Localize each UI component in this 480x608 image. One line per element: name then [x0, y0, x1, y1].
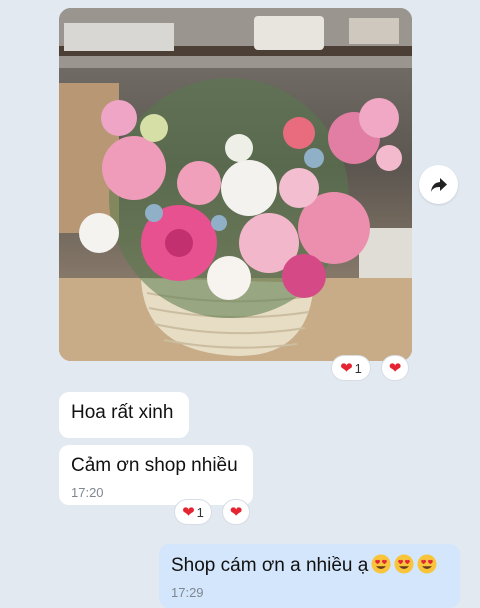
- reaction-count: 1: [354, 360, 362, 376]
- heart-icon: ❤: [229, 503, 243, 521]
- reaction-count-badge[interactable]: ❤ 1: [174, 499, 212, 525]
- emoji-group: [368, 554, 437, 576]
- heart-eyes-face-icon: [371, 554, 391, 574]
- message-text: Shop cám ơn a nhiều ạ: [171, 554, 437, 577]
- message-timestamp: 17:20: [71, 485, 104, 500]
- react-button[interactable]: ❤: [222, 499, 250, 525]
- heart-eyes-face-icon: [394, 554, 414, 574]
- reaction-count: 1: [196, 504, 204, 520]
- forward-arrow-icon: [430, 177, 447, 192]
- message-bubble[interactable]: Cảm ơn shop nhiều 17:20: [59, 445, 253, 505]
- flower-basket-photo: [59, 8, 412, 361]
- my-message-bubble[interactable]: Shop cám ơn a nhiều ạ 17:29: [159, 544, 460, 608]
- message-text: Cảm ơn shop nhiều: [71, 455, 238, 476]
- message-text: Hoa rất xinh: [71, 402, 174, 423]
- message-timestamp: 17:29: [171, 585, 204, 600]
- heart-icon: ❤: [340, 359, 353, 377]
- message-bubble[interactable]: Hoa rất xinh: [59, 392, 189, 438]
- react-button[interactable]: ❤: [381, 355, 409, 381]
- heart-icon: ❤: [388, 359, 402, 377]
- forward-button[interactable]: [419, 165, 458, 204]
- photo-attachment[interactable]: [59, 8, 412, 361]
- heart-icon: ❤: [182, 503, 195, 521]
- heart-eyes-face-icon: [417, 554, 437, 574]
- reaction-count-badge[interactable]: ❤ 1: [331, 355, 371, 381]
